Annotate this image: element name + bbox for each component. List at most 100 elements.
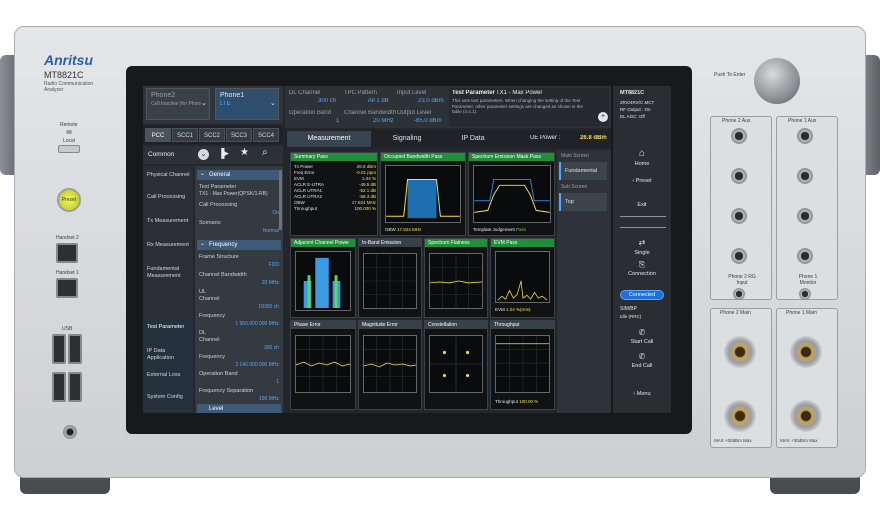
nav-tx-measurement[interactable]: Tx Measurement [147, 218, 193, 236]
handset1-port[interactable] [56, 278, 78, 298]
fundamental-button[interactable]: Fundamental [559, 162, 607, 180]
nav-ip-data-application[interactable]: IP Data Application [147, 348, 193, 366]
phone2-aux-connector-3[interactable] [731, 208, 747, 224]
freq-sep-value[interactable]: 190 MHz [199, 396, 279, 402]
jump-icon[interactable]: ▐▸ [218, 148, 229, 159]
param-scrollbar[interactable] [279, 170, 282, 230]
help-value: TX1 - Max Power [496, 90, 543, 96]
preset-button[interactable]: Preset [57, 188, 81, 212]
panel-spectrum-emission-mask[interactable]: Spectrum Emission Mask Pass Template Jud… [468, 152, 555, 236]
dl-channel-value[interactable]: 300 ch [199, 345, 279, 351]
phone2-aux-connector-4[interactable] [731, 248, 747, 264]
tab-scc2[interactable]: SCC2 [199, 128, 225, 142]
ground-terminal-icon [63, 425, 77, 439]
phone2-main-output-connector[interactable] [724, 336, 756, 368]
panel-acp[interactable]: Adjacent Channel Power [290, 238, 356, 318]
panel-occupied-bandwidth[interactable]: Occupied Bandwidth Pass OBW 17.824 MHz [380, 152, 466, 236]
home-button[interactable]: Home [616, 161, 668, 167]
phone1-main-output-connector[interactable] [790, 336, 822, 368]
nav-system-config[interactable]: System Config [147, 394, 193, 412]
dl-frequency-value[interactable]: 2 140.000 000 MHz [199, 362, 279, 368]
panel-throughput[interactable]: Throughput Throughput 100.00 % [490, 320, 555, 410]
sem-mask [474, 179, 550, 202]
collapse-icon[interactable]: ⌄ [198, 149, 209, 160]
channel-bw-value[interactable]: 20 MHz [199, 280, 279, 286]
op-band-value[interactable]: 1 [199, 379, 279, 385]
phone-call-icon: ✆ [638, 328, 646, 337]
flatness-plot [429, 253, 483, 309]
bookmark-icon[interactable]: ★ [240, 147, 249, 158]
frame-structure-value[interactable]: FDD [199, 262, 279, 268]
test-param-value[interactable]: TX1 - Max Power(QPSK/1-RB) [199, 191, 279, 197]
section-general[interactable]: General [197, 170, 281, 180]
connection-button[interactable]: Connection [616, 271, 668, 277]
preset-softkey[interactable]: ‹ Preset [616, 178, 668, 184]
phone1-aux-connector-2[interactable] [797, 168, 813, 184]
help-expand-icon[interactable]: + [598, 112, 608, 122]
nav-rx-measurement[interactable]: Rx Measurement [147, 242, 193, 260]
section-frequency[interactable]: Frequency [197, 240, 281, 250]
phone1-aux-connector-3[interactable] [797, 208, 813, 224]
panel-phase-error[interactable]: Phase Error [290, 320, 356, 410]
nav-external-loss[interactable]: External Loss [147, 372, 193, 390]
call-proc-value[interactable]: On [199, 210, 279, 216]
common-label[interactable]: Common [148, 151, 174, 158]
single-button[interactable]: Single [616, 250, 668, 256]
phone1-monitor-connector[interactable] [799, 288, 811, 300]
acp-limit-right [334, 275, 338, 308]
level-slider[interactable] [620, 216, 666, 228]
phone1-selector[interactable]: Phone1 LTE ⌄ [215, 88, 279, 120]
usb-port-1[interactable] [52, 334, 66, 364]
nav-physical-channel[interactable]: Physical Channel [147, 172, 193, 190]
panel-evm[interactable]: EVM Pass EVM 1.04 %(rms) [490, 238, 555, 318]
menu-button[interactable]: ‹ Menu [616, 391, 668, 397]
tab-signaling[interactable]: Signaling [372, 131, 442, 147]
panel-magnitude-error[interactable]: Magnitude Error [358, 320, 422, 410]
tab-measurement[interactable]: Measurement [287, 131, 371, 147]
scenario-value[interactable]: Normal [199, 228, 279, 234]
panel-in-band-emission[interactable]: In-Band Emission [358, 238, 422, 318]
rotary-knob[interactable] [754, 58, 800, 104]
tab-ip-data[interactable]: IP Data [443, 131, 503, 147]
chevron-down-icon: ⌄ [200, 241, 206, 247]
phone2-aux-connector-1[interactable] [731, 128, 747, 144]
local-button[interactable] [58, 145, 80, 153]
tab-scc3[interactable]: SCC3 [226, 128, 252, 142]
constellation-header: Constellation [425, 321, 487, 329]
section-level[interactable]: Level [197, 404, 281, 413]
phone2-main-input-connector[interactable] [724, 400, 756, 432]
nav-call-processing[interactable]: Call Processing [147, 194, 193, 212]
phone1-aux-connector-4[interactable] [797, 248, 813, 264]
throughput-grid [496, 336, 549, 392]
phone1-main-input-connector[interactable] [790, 400, 822, 432]
phone2-selector[interactable]: Phone2 Cell Inactive (for Phone1) ⌄ [146, 88, 210, 120]
tab-scc4[interactable]: SCC4 [253, 128, 279, 142]
tab-pcc[interactable]: PCC [145, 128, 171, 142]
panel-spectrum-flatness[interactable]: Spectrum Flatness [424, 238, 488, 318]
constellation-point [442, 374, 446, 378]
ul-channel-value[interactable]: 18300 ch [199, 304, 279, 310]
exit-button[interactable]: Exit [616, 202, 668, 208]
op-band-label: Operation Band [199, 371, 238, 377]
top-button[interactable]: Top [559, 193, 607, 211]
usb-port-4[interactable] [68, 372, 82, 402]
end-call-button[interactable]: End Call [616, 363, 668, 369]
scenario-label: Scenario [199, 220, 221, 226]
tab-scc1[interactable]: SCC1 [172, 128, 198, 142]
usb-port-3[interactable] [52, 372, 66, 402]
phone1-aux-connector-1[interactable] [797, 128, 813, 144]
sem-header: Spectrum Emission Mask Pass [469, 153, 554, 161]
ibe-grid [364, 254, 416, 308]
nav-fundamental-measurement[interactable]: Fundamental Measurement [147, 266, 193, 284]
start-call-button[interactable]: Start Call [616, 339, 668, 345]
phone2-rg-connector[interactable] [733, 288, 745, 300]
search-icon[interactable]: ⌕ [262, 147, 268, 158]
ul-frequency-value[interactable]: 1 950.000 000 MHz [199, 321, 279, 327]
panel-constellation[interactable]: Constellation [424, 320, 488, 410]
phone2-main-label: Phone 2 Main [720, 310, 751, 316]
nav-test-parameter[interactable]: Test Parameter [147, 324, 193, 342]
usb-port-2[interactable] [68, 334, 82, 364]
sem-plot [473, 165, 551, 223]
phone2-aux-connector-2[interactable] [731, 168, 747, 184]
handset2-port[interactable] [56, 243, 78, 263]
